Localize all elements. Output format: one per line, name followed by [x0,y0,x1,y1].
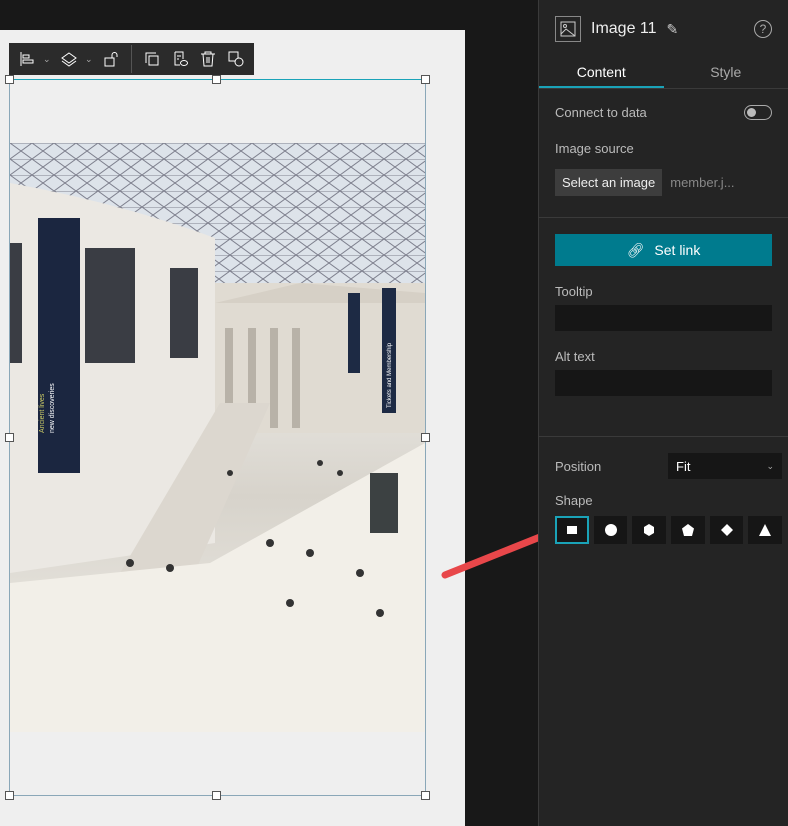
help-icon[interactable]: ? [754,20,772,38]
diamond-icon [720,524,733,536]
position-label: Position [555,458,602,474]
circle-icon [604,524,617,536]
alt-text-input[interactable] [555,370,772,396]
tooltip-label: Tooltip [555,284,593,299]
element-title: Image 11 [591,20,657,37]
image-source-label: Image source [555,141,634,156]
pentagon-icon [681,524,694,536]
hexagon-icon [644,524,655,536]
tab-style[interactable]: Style [664,58,788,88]
rectangle-icon [566,526,577,534]
tab-content[interactable]: Content [539,58,664,88]
position-select[interactable]: Fit ⌄ [668,453,782,479]
position-value: Fit [676,458,691,474]
pencil-icon[interactable]: ✎ [667,21,679,38]
shape-diamond[interactable] [709,516,744,544]
shape-hexagon[interactable] [632,516,667,544]
link-icon: 🔗︎ [626,241,645,258]
shape-triangle[interactable] [748,516,782,544]
properties-panel: Image 11 ✎ ? Content Style Connect to da… [538,0,788,826]
shape-rectangle[interactable] [555,516,589,544]
triangle-icon [759,524,772,536]
chevron-down-icon: ⌄ [766,460,774,471]
alt-text-label: Alt text [555,349,595,364]
shape-label: Shape [555,493,593,508]
tooltip-input[interactable] [555,305,772,331]
set-link-button[interactable]: 🔗︎ Set link [555,234,772,266]
shape-circle[interactable] [593,516,628,544]
file-name: member.j... [670,175,735,190]
image-icon [555,16,581,42]
connect-toggle[interactable] [744,105,772,120]
shape-pentagon[interactable] [671,516,705,544]
select-image-button[interactable]: Select an image [555,169,663,196]
connect-label: Connect to data [555,105,647,120]
set-link-label: Set link [654,242,701,258]
